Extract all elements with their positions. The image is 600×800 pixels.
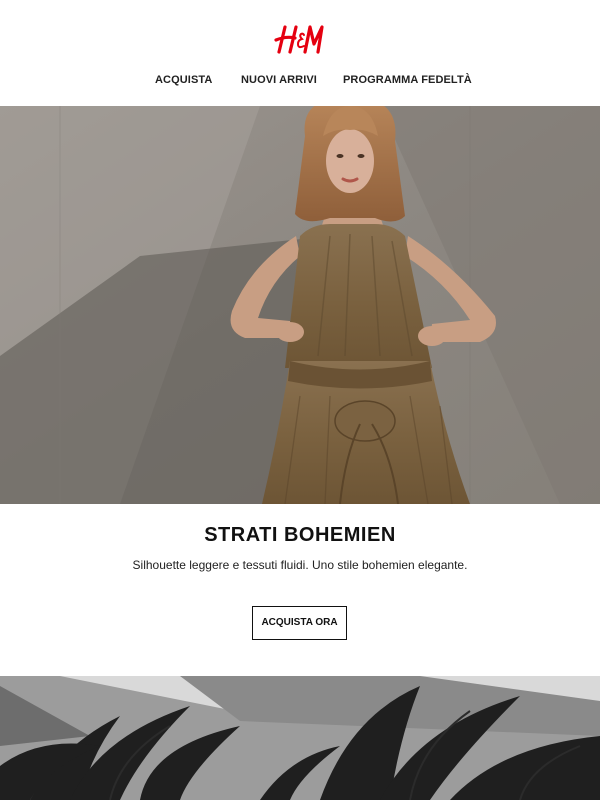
- promo-title: STRATI BOHEMIEN: [204, 524, 396, 546]
- shop-now-button[interactable]: ACQUISTA ORA: [252, 606, 347, 640]
- hero-photo-illustration: [0, 106, 600, 504]
- palm-trees-photo-illustration: [0, 676, 600, 800]
- secondary-banner-image[interactable]: [0, 676, 600, 800]
- nav-item-nuovi-arrivi[interactable]: NUOVI ARRIVI: [241, 74, 317, 86]
- hero-image[interactable]: [0, 106, 600, 504]
- hm-logo[interactable]: [271, 22, 329, 56]
- nav-item-acquista[interactable]: ACQUISTA: [155, 74, 212, 86]
- nav-item-programma-fedelta[interactable]: PROGRAMMA FEDELTÀ: [343, 74, 472, 86]
- email-header: ACQUISTA NUOVI ARRIVI PROGRAMMA FEDELTÀ: [0, 0, 600, 105]
- promo-subtitle: Silhouette leggere e tessuti fluidi. Uno…: [132, 558, 468, 572]
- hm-logo-icon: [274, 25, 324, 54]
- main-nav: ACQUISTA NUOVI ARRIVI PROGRAMMA FEDELTÀ: [0, 74, 600, 88]
